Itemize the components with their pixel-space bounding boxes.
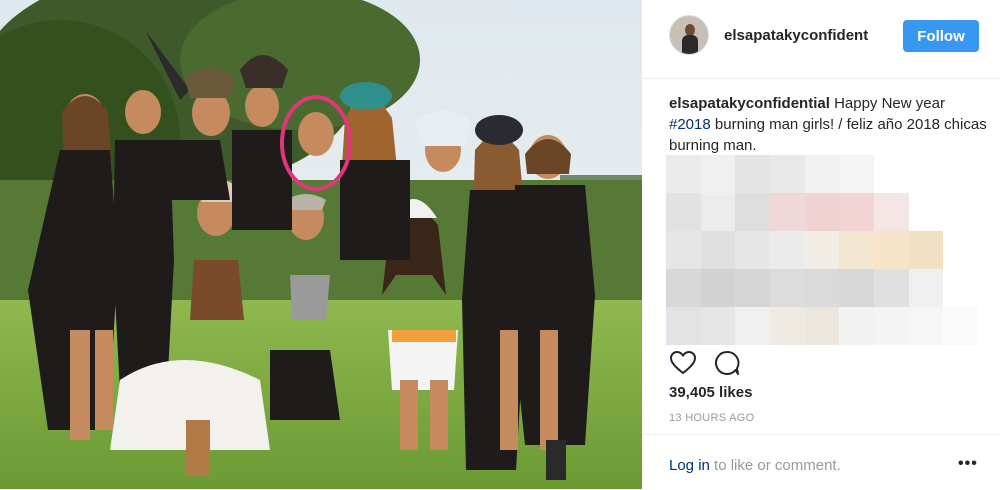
mosaic-cell <box>908 193 944 231</box>
action-bar <box>669 349 989 377</box>
mosaic-cell <box>735 193 770 231</box>
mosaic-cell <box>735 155 770 193</box>
avatar[interactable] <box>669 15 709 55</box>
mosaic-cell <box>770 269 805 307</box>
mosaic-cell <box>874 269 909 307</box>
post-username[interactable]: elsapatakyconfident <box>724 27 868 44</box>
post-caption: elsapatakyconfidential Happy New year #2… <box>669 93 989 156</box>
login-link[interactable]: Log in <box>669 457 710 474</box>
mosaic-cell <box>874 307 909 345</box>
mosaic-cell <box>908 307 944 345</box>
mosaic-cell <box>839 269 874 307</box>
mosaic-cell <box>943 231 978 269</box>
mosaic-cell <box>874 193 909 231</box>
caption-text-after: burning man girls! / feliz año 2018 chic… <box>669 116 987 154</box>
mosaic-cell <box>700 307 736 345</box>
post-photo[interactable] <box>0 0 642 489</box>
mosaic-cell <box>700 269 736 307</box>
mosaic-cell <box>666 307 701 345</box>
mosaic-cell <box>839 193 874 231</box>
post-timestamp[interactable]: 13 HOURS AGO <box>669 412 755 424</box>
mosaic-cell <box>804 231 840 269</box>
post-header: elsapatakyconfident Follow <box>642 0 1000 79</box>
mosaic-cell <box>770 231 805 269</box>
mosaic-cell <box>839 307 874 345</box>
pixelated-comments <box>666 155 978 345</box>
mosaic-cell <box>874 155 909 193</box>
mosaic-cell <box>943 307 978 345</box>
mosaic-cell <box>804 307 840 345</box>
heart-icon[interactable] <box>669 349 697 377</box>
mosaic-cell <box>804 155 840 193</box>
mosaic-cell <box>839 155 874 193</box>
caption-text-before: Happy New year <box>829 95 945 112</box>
likes-count[interactable]: 39,405 likes <box>669 384 752 401</box>
mosaic-cell <box>666 269 701 307</box>
mosaic-cell <box>666 231 701 269</box>
mosaic-cell <box>700 155 736 193</box>
comment-area: Log in to like or comment. ••• <box>642 434 1000 490</box>
mosaic-cell <box>908 155 944 193</box>
mosaic-cell <box>700 231 736 269</box>
mosaic-cell <box>735 307 770 345</box>
post-sidebar: elsapatakyconfident Follow elsapatakycon… <box>642 0 1000 489</box>
caption-hashtag[interactable]: #2018 <box>669 116 711 133</box>
mosaic-cell <box>943 269 978 307</box>
mosaic-cell <box>666 155 701 193</box>
mosaic-cell <box>770 193 805 231</box>
mosaic-cell <box>908 231 944 269</box>
mosaic-cell <box>839 231 874 269</box>
comment-bubble-icon[interactable] <box>713 349 741 377</box>
mosaic-cell <box>804 193 840 231</box>
caption-username[interactable]: elsapatakyconfidential <box>669 95 830 112</box>
login-prompt: Log in to like or comment. <box>669 457 841 474</box>
mosaic-cell <box>666 193 701 231</box>
mosaic-cell <box>908 269 944 307</box>
mosaic-cell <box>943 193 978 231</box>
mosaic-cell <box>735 269 770 307</box>
mosaic-cell <box>735 231 770 269</box>
follow-button[interactable]: Follow <box>903 20 979 52</box>
more-options-icon[interactable]: ••• <box>958 455 978 473</box>
mosaic-cell <box>770 155 805 193</box>
mosaic-cell <box>700 193 736 231</box>
mosaic-cell <box>874 231 909 269</box>
mosaic-cell <box>943 155 978 193</box>
mosaic-cell <box>804 269 840 307</box>
login-prompt-text: to like or comment. <box>709 457 841 474</box>
mosaic-cell <box>770 307 805 345</box>
